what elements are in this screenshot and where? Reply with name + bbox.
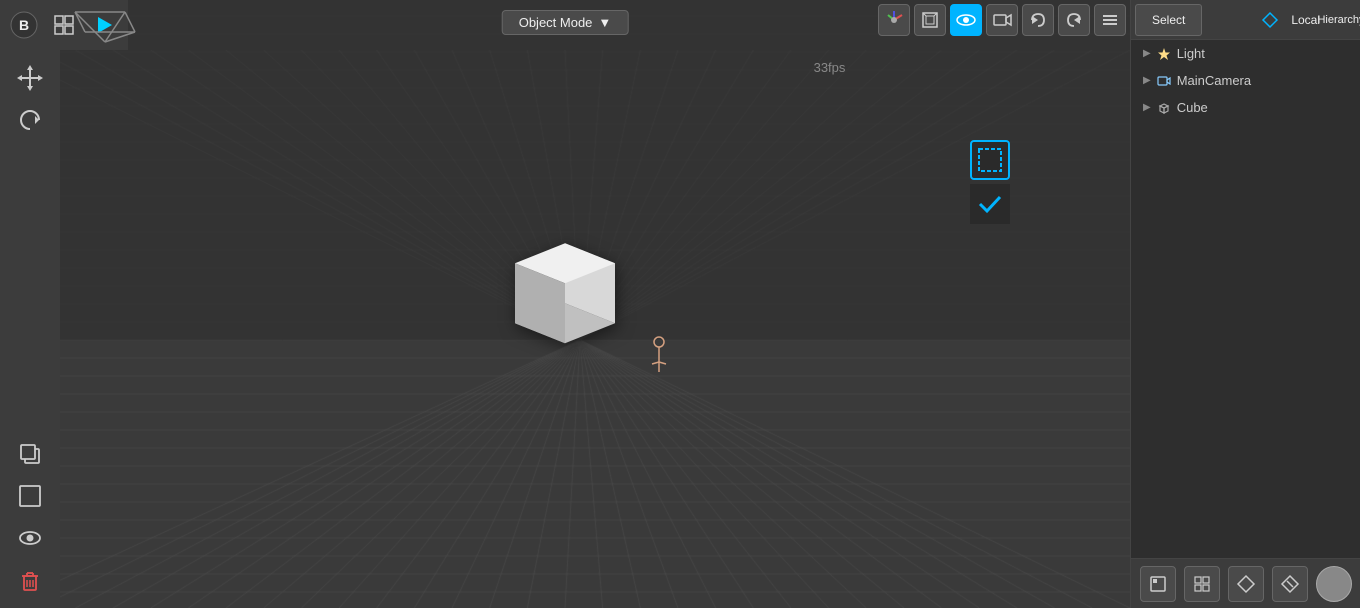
cube-3d [485, 213, 645, 378]
hierarchy-item-cube[interactable]: ▶ Cube [1131, 94, 1360, 121]
orientation-gizmo[interactable] [878, 4, 910, 36]
diamond-icon[interactable] [1255, 5, 1285, 35]
nav-row: Select Local Hierarchy [1131, 0, 1360, 40]
scene-figure [644, 334, 674, 381]
visibility-tool[interactable] [12, 520, 48, 556]
visibility-icon[interactable] [950, 4, 982, 36]
frame-tool[interactable] [12, 478, 48, 514]
refresh-tool[interactable] [12, 102, 48, 138]
panel-btn-mesh[interactable] [1228, 566, 1264, 602]
right-panel: Select Local Hierarchy ▶ Light ▶ MainC [1130, 0, 1360, 608]
hierarchy-label[interactable]: Hierarchy [1326, 5, 1356, 35]
copy-tool[interactable] [12, 436, 48, 472]
cube-label: Cube [1177, 100, 1208, 115]
panel-btn-render[interactable] [1140, 566, 1176, 602]
arrow-icon: ▶ [1143, 75, 1151, 86]
main-camera-icon [1157, 74, 1171, 88]
move-tool[interactable] [12, 60, 48, 96]
viewport-controls [878, 4, 1126, 36]
hierarchy-item-maincamera[interactable]: ▶ MainCamera [1131, 67, 1360, 94]
svg-text:B: B [19, 17, 29, 33]
light-icon [1157, 47, 1171, 61]
mode-dropdown[interactable]: Object Mode ▼ [502, 10, 629, 35]
panel-btn-circle[interactable] [1316, 566, 1352, 602]
mode-label: Object Mode [519, 15, 593, 30]
panel-btn-layers[interactable] [1184, 566, 1220, 602]
chevron-down-icon: ▼ [598, 15, 611, 30]
select-box-icon[interactable] [970, 140, 1010, 180]
select-button[interactable]: Select [1135, 4, 1202, 36]
light-label: Light [1177, 46, 1205, 61]
camera-gizmo [65, 2, 145, 82]
maincamera-label: MainCamera [1177, 73, 1251, 88]
right-panel-bottom [1131, 558, 1360, 608]
hierarchy-list: ▶ Light ▶ MainCamera ▶ Cube [1131, 40, 1360, 121]
menu-icon[interactable] [1094, 4, 1126, 36]
select-check[interactable] [970, 184, 1010, 224]
fps-counter: 33fps [814, 60, 846, 75]
left-sidebar [0, 50, 60, 608]
redo-icon[interactable] [1058, 4, 1090, 36]
camera-render-icon[interactable] [986, 4, 1018, 36]
panel-btn-delete[interactable] [1272, 566, 1308, 602]
fps-value: 33fps [814, 60, 846, 75]
arrow-icon: ▶ [1143, 48, 1151, 59]
viewport[interactable]: B [0, 0, 1130, 608]
app-logo[interactable]: B [8, 9, 40, 41]
hierarchy-item-light[interactable]: ▶ Light [1131, 40, 1360, 67]
arrow-icon: ▶ [1143, 102, 1151, 113]
delete-tool[interactable] [12, 562, 48, 598]
undo-icon[interactable] [1022, 4, 1054, 36]
perspective-icon[interactable] [914, 4, 946, 36]
cube-icon [1157, 101, 1171, 115]
